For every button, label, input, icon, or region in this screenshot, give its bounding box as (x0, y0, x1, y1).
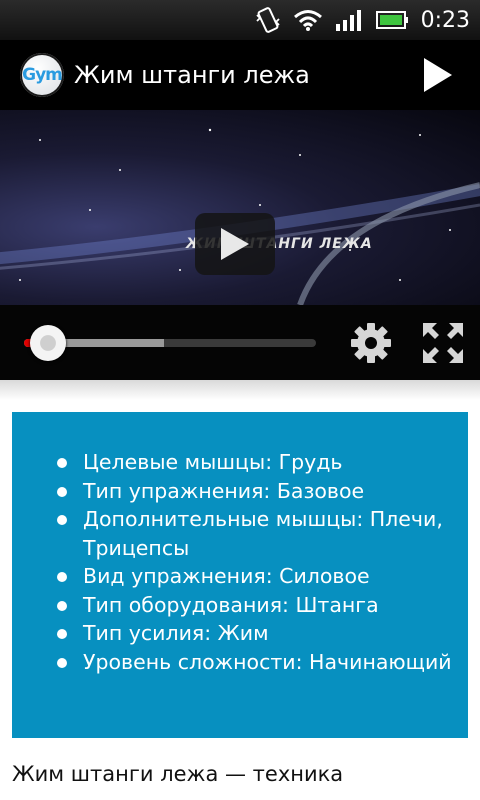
status-bar: 0:23 (0, 0, 480, 40)
detail-exercise-kind: Вид упражнения: Силовое (57, 562, 468, 591)
signal-icon (335, 10, 361, 31)
vibrate-icon (255, 7, 280, 33)
battery-icon (375, 11, 408, 29)
detail-equipment: Тип оборудования: Штанга (57, 591, 468, 620)
video-player[interactable] (0, 110, 480, 305)
video-play-button[interactable] (195, 213, 275, 275)
gear-icon[interactable] (350, 322, 392, 364)
detail-exercise-type: Тип упражнения: Базовое (57, 477, 468, 506)
fullscreen-icon[interactable] (420, 320, 466, 366)
detail-target-muscles: Целевые мышцы: Грудь (57, 448, 468, 477)
wifi-icon (293, 10, 322, 31)
seek-thumb[interactable] (30, 325, 66, 361)
clock: 0:23 (420, 7, 470, 33)
play-icon[interactable] (418, 56, 456, 94)
exercise-details: Целевые мышцы: Грудь Тип упражнения: Баз… (12, 412, 468, 738)
section-heading: Жим штанги лежа — техника (12, 762, 344, 786)
video-background (0, 128, 480, 305)
divider (0, 380, 480, 400)
page-title: Жим штанги лежа (74, 61, 310, 89)
detail-secondary-muscles: Дополнительные мышцы: Плечи, Трицепсы (57, 505, 468, 562)
app-logo: Gym (20, 53, 64, 97)
detail-force-type: Тип усилия: Жим (57, 619, 468, 648)
detail-difficulty: Уровень сложности: Начинающий (57, 648, 468, 677)
app-bar: Gym Жим штанги лежа (0, 40, 480, 110)
play-icon (221, 228, 249, 260)
